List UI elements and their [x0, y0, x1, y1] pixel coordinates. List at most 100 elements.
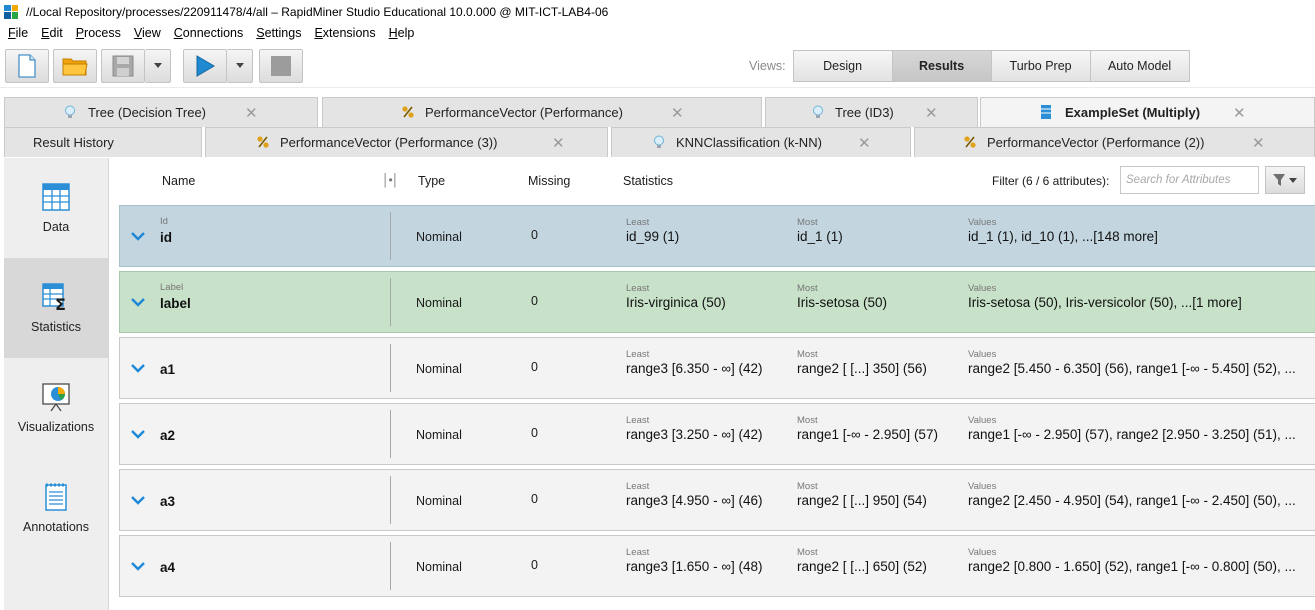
menu-edit[interactable]: Edit	[41, 26, 63, 40]
attribute-type: Nominal	[416, 362, 462, 376]
funnel-icon	[1273, 174, 1297, 186]
open-process-button[interactable]	[53, 48, 97, 83]
close-icon[interactable]: ✕	[552, 134, 565, 152]
percent-icon	[402, 106, 414, 118]
most-value: range2 [ [...] 950] (54)	[797, 493, 927, 508]
column-header-statistics: Statistics	[623, 174, 674, 188]
least-value: Iris-virginica (50)	[626, 295, 726, 310]
attribute-row-a4[interactable]: a4 Nominal 0 Least range3 [1.650 - ∞] (4…	[119, 535, 1315, 597]
least-value: id_99 (1)	[626, 229, 680, 244]
menu-help[interactable]: Help	[389, 26, 415, 40]
stop-icon	[271, 55, 291, 76]
tab-tree-decision-tree[interactable]: Tree (Decision Tree) ✕	[4, 97, 318, 127]
values-summary: range2 [2.450 - 4.950] (54), range1 [-∞ …	[968, 493, 1296, 508]
data-table-icon	[42, 183, 70, 211]
attribute-name: label	[160, 296, 191, 311]
tab-exampleset-multiply[interactable]: ExampleSet (Multiply) ✕	[980, 97, 1315, 127]
tab-performance-vector-2[interactable]: PerformanceVector (Performance (2)) ✕	[914, 127, 1315, 157]
column-divider	[390, 278, 391, 326]
save-process-button[interactable]	[101, 48, 145, 83]
view-turbo-prep-button[interactable]: Turbo Prep	[990, 50, 1091, 82]
close-icon[interactable]: ✕	[925, 104, 938, 122]
attribute-missing: 0	[531, 228, 538, 242]
values-summary: range2 [5.450 - 6.350] (56), range1 [-∞ …	[968, 361, 1296, 376]
attribute-row-label[interactable]: Label label Nominal 0 Least Iris-virgini…	[119, 271, 1315, 333]
menu-extensions[interactable]: Extensions	[314, 26, 375, 40]
attribute-missing: 0	[531, 558, 538, 572]
view-results-button[interactable]: Results	[891, 50, 992, 82]
least-value: range3 [4.950 - ∞] (46)	[626, 493, 763, 508]
table-icon	[1041, 105, 1051, 119]
most-value: range2 [ [...] 650] (52)	[797, 559, 927, 574]
most-value: range1 [-∞ - 2.950] (57)	[797, 427, 938, 442]
filter-dropdown-button[interactable]	[1265, 166, 1305, 194]
tab-tree-id3[interactable]: Tree (ID3) ✕	[765, 97, 978, 127]
menu-view[interactable]: View	[134, 26, 161, 40]
column-header-type[interactable]: Type	[418, 174, 445, 188]
rapidminer-logo-icon	[4, 4, 18, 19]
tab-knn-classification[interactable]: KNNClassification (k-NN) ✕	[611, 127, 911, 157]
new-file-icon	[18, 53, 36, 78]
chevron-down-icon[interactable]	[130, 294, 146, 310]
attribute-type: Nominal	[416, 428, 462, 442]
attribute-type: Nominal	[416, 494, 462, 508]
view-auto-model-button[interactable]: Auto Model	[1089, 50, 1190, 82]
tab-performance-vector-3[interactable]: PerformanceVector (Performance (3)) ✕	[205, 127, 608, 157]
attribute-name: a2	[160, 428, 176, 443]
attribute-name: a3	[160, 494, 176, 509]
statistics-icon: Σ	[42, 283, 66, 312]
column-divider	[390, 212, 391, 260]
chevron-down-icon[interactable]	[130, 558, 146, 574]
close-icon[interactable]: ✕	[1233, 104, 1246, 122]
play-icon	[196, 54, 215, 77]
chevron-down-icon[interactable]	[130, 426, 146, 442]
close-icon[interactable]: ✕	[1252, 134, 1265, 152]
bulb-icon	[813, 105, 823, 118]
column-divider	[390, 410, 391, 458]
attribute-row-id[interactable]: Id id Nominal 0 Least id_99 (1) Most id_…	[119, 205, 1315, 267]
menu-bar: File Edit Process View Connections Setti…	[0, 23, 1315, 43]
percent-icon	[257, 136, 269, 148]
sidebar-item-statistics[interactable]: Σ Statistics	[4, 258, 108, 358]
bulb-icon	[65, 105, 75, 118]
close-icon[interactable]: ✕	[671, 104, 684, 122]
tab-performance-vector[interactable]: PerformanceVector (Performance) ✕	[322, 97, 762, 127]
attribute-row-a3[interactable]: a3 Nominal 0 Least range3 [4.950 - ∞] (4…	[119, 469, 1315, 531]
attribute-missing: 0	[531, 360, 538, 374]
chevron-down-icon[interactable]	[130, 228, 146, 244]
close-icon[interactable]: ✕	[245, 104, 258, 122]
tab-result-history[interactable]: Result History	[4, 127, 202, 157]
sidebar-item-annotations[interactable]: Annotations	[4, 458, 108, 558]
column-header-missing[interactable]: Missing	[528, 174, 570, 188]
attribute-row-a2[interactable]: a2 Nominal 0 Least range3 [3.250 - ∞] (4…	[119, 403, 1315, 465]
most-value: Iris-setosa (50)	[797, 295, 888, 310]
attribute-row-a1[interactable]: a1 Nominal 0 Least range3 [6.350 - ∞] (4…	[119, 337, 1315, 399]
chevron-down-icon[interactable]	[130, 492, 146, 508]
save-options-dropdown[interactable]	[145, 48, 171, 83]
least-value: range3 [6.350 - ∞] (42)	[626, 361, 763, 376]
new-process-button[interactable]	[5, 48, 49, 83]
search-attributes-input[interactable]: Search for Attributes	[1120, 166, 1259, 194]
statistics-header: Name │•│ Type Missing Statistics Filter …	[110, 158, 1315, 204]
menu-settings[interactable]: Settings	[256, 26, 301, 40]
chevron-down-icon[interactable]	[130, 360, 146, 376]
visualizations-icon	[42, 383, 70, 412]
sidebar-item-data[interactable]: Data	[4, 158, 108, 258]
result-tabs-row-2: Result History PerformanceVector (Perfor…	[0, 127, 1315, 158]
column-resize-handle[interactable]: │•│	[382, 173, 399, 187]
least-value: range3 [3.250 - ∞] (42)	[626, 427, 763, 442]
menu-file[interactable]: File	[8, 26, 28, 40]
result-tabs-row-1: Tree (Decision Tree) ✕ PerformanceVector…	[0, 97, 1315, 127]
view-design-button[interactable]: Design	[792, 50, 893, 82]
chevron-down-icon	[235, 63, 244, 68]
views-switcher: Views: Design Results Turbo Prep Auto Mo…	[749, 50, 1190, 82]
menu-connections[interactable]: Connections	[174, 26, 244, 40]
sidebar-item-visualizations[interactable]: Visualizations	[4, 358, 108, 458]
column-header-name[interactable]: Name	[162, 174, 195, 188]
stop-process-button[interactable]	[259, 48, 303, 83]
attribute-missing: 0	[531, 294, 538, 308]
run-process-button[interactable]	[183, 48, 227, 83]
run-options-dropdown[interactable]	[227, 48, 253, 83]
close-icon[interactable]: ✕	[858, 134, 871, 152]
menu-process[interactable]: Process	[76, 26, 121, 40]
